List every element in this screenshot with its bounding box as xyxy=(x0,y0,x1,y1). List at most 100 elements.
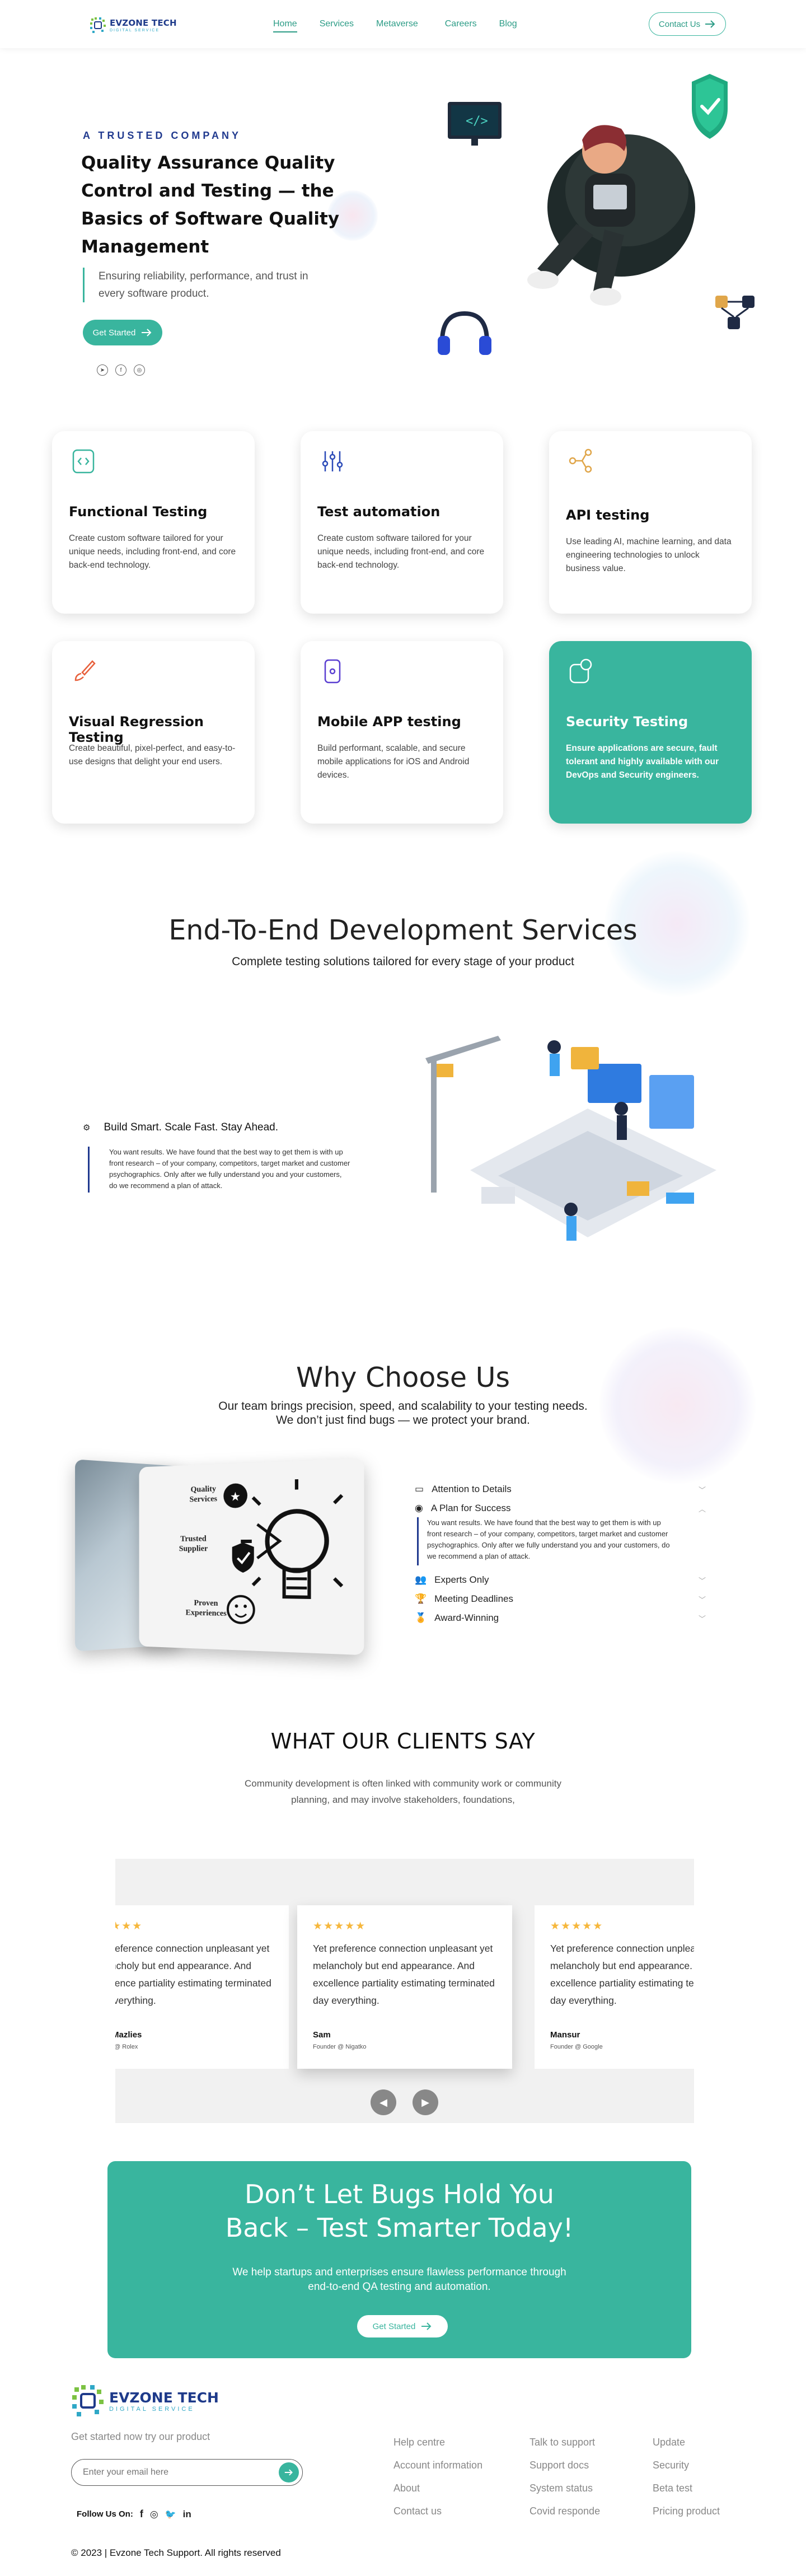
logo[interactable]: EVZONE TECH DIGITAL SERVICE xyxy=(90,17,177,34)
hero-illustration: </> xyxy=(438,74,755,355)
nav-careers[interactable]: Careers xyxy=(445,19,477,32)
footer-tagline: Get started now try our product xyxy=(71,2431,210,2442)
service-description: Ensure applications are secure, fault to… xyxy=(566,744,719,780)
footer-logo[interactable]: EVZONE TECH DIGITAL SERVICE xyxy=(71,2384,219,2418)
accordion-label: Award-Winning xyxy=(434,1612,499,1623)
footer-link[interactable]: Covid responde xyxy=(529,2505,600,2517)
footer-link[interactable]: Update xyxy=(653,2437,720,2448)
footer-link[interactable]: Beta test xyxy=(653,2483,720,2494)
email-input[interactable] xyxy=(83,2466,262,2479)
chevron-up-icon: ︿ xyxy=(698,1504,706,1513)
footer-link[interactable]: About xyxy=(393,2483,482,2494)
linkedin-icon[interactable]: in xyxy=(183,2509,191,2520)
why-graphic-card: Quality Services Trusted Supplier Proven… xyxy=(139,1458,364,1656)
service-card-mobile[interactable]: Mobile APP testing Build performant, sca… xyxy=(301,641,503,824)
accordion-open-body: You want results. We have found that the… xyxy=(417,1517,674,1565)
hero-subtitle: Ensuring reliability, performance, and t… xyxy=(83,268,318,302)
testimonials-title: WHAT OUR CLIENTS SAY xyxy=(270,1729,536,1754)
facebook-icon[interactable]: f xyxy=(115,364,126,376)
hero-social-links: ➤ f ◎ xyxy=(97,364,145,376)
chevron-down-icon: ﹀ xyxy=(698,1576,706,1585)
footer-column-2: Talk to support Support docs System stat… xyxy=(529,2437,600,2528)
accordion-item-deadlines[interactable]: 🏆 Meeting Deadlines ﹀ xyxy=(415,1593,706,1605)
nav-home[interactable]: Home xyxy=(273,19,297,32)
footer-link[interactable]: Contact us xyxy=(393,2505,482,2517)
footer-link[interactable]: Account information xyxy=(393,2460,482,2471)
facebook-icon[interactable]: f xyxy=(140,2508,143,2520)
testimonial-text: Yet preference connection unpleasant yet… xyxy=(313,1943,495,2006)
footer-link[interactable]: Support docs xyxy=(529,2460,600,2471)
footer-link[interactable]: Talk to support xyxy=(529,2437,600,2448)
service-description: Build performant, scalable, and secure m… xyxy=(317,744,470,780)
service-card-visual-regression[interactable]: Visual Regression Testing Create beautif… xyxy=(52,641,255,824)
copyright: © 2023 | Evzone Tech Support. All rights… xyxy=(71,2547,281,2558)
why-subtitle-1: Our team brings precision, speed, and sc… xyxy=(218,1400,588,1413)
cta-get-started-button[interactable]: Get Started xyxy=(357,2315,448,2337)
service-description: Use leading AI, machine learning, and da… xyxy=(566,537,732,573)
cta-body-1: We help startups and enterprises ensure … xyxy=(232,2266,566,2278)
subscribe-button[interactable] xyxy=(279,2462,299,2483)
service-card-functional[interactable]: Functional Testing Create custom softwar… xyxy=(52,431,255,614)
cta-button-label: Get Started xyxy=(372,2321,416,2331)
svg-text:★: ★ xyxy=(230,1490,241,1504)
nav-services[interactable]: Services xyxy=(320,19,354,32)
footer-column-1: Help centre Account information About Co… xyxy=(393,2437,482,2528)
service-card-automation[interactable]: Test automation Create custom software t… xyxy=(301,431,503,614)
chevron-down-icon: ﹀ xyxy=(698,1614,706,1623)
hero-get-started-button[interactable]: Get Started xyxy=(83,320,162,345)
svg-text:</>: </> xyxy=(466,114,488,128)
site-header: EVZONE TECH DIGITAL SERVICE Home Service… xyxy=(0,0,806,48)
contact-us-button[interactable]: Contact Us xyxy=(649,12,726,36)
accordion-item-experts[interactable]: 👥 Experts Only ﹀ xyxy=(415,1574,706,1586)
logo-title: EVZONE TECH xyxy=(110,18,177,28)
why-title: Why Choose Us xyxy=(296,1362,510,1394)
accordion-label: Meeting Deadlines xyxy=(434,1593,513,1604)
carousel-prev-button[interactable]: ◀ xyxy=(371,2089,396,2115)
footer-logo-title: EVZONE TECH xyxy=(109,2389,219,2406)
service-description: Create custom software tailored for your… xyxy=(69,534,236,570)
code-monitor-icon: </> xyxy=(448,102,502,146)
cta-banner: Don’t Let Bugs Hold You Back – Test Smar… xyxy=(107,2161,691,2358)
testimonial-role: Founder @ Rolex xyxy=(115,2044,138,2050)
accordion-item-award[interactable]: 🏅 Award-Winning ﹀ xyxy=(415,1612,706,1624)
testimonial-name: Saba Mazlies xyxy=(115,2030,142,2040)
footer-link[interactable]: Help centre xyxy=(393,2437,482,2448)
instagram-icon[interactable]: ◎ xyxy=(150,2509,158,2520)
service-title: Security Testing xyxy=(566,714,688,730)
footer-link[interactable]: System status xyxy=(529,2483,600,2494)
e2e-title: End-To-End Development Services xyxy=(168,914,638,946)
logo-subtitle: DIGITAL SERVICE xyxy=(110,29,160,32)
nav-blog[interactable]: Blog xyxy=(499,19,517,32)
nav-metaverse[interactable]: Metaverse xyxy=(376,19,418,32)
footer-column-3: Update Security Beta test Pricing produc… xyxy=(653,2437,720,2528)
twitter-icon[interactable]: 🐦 xyxy=(165,2509,176,2520)
instagram-icon[interactable]: ◎ xyxy=(134,364,145,376)
accordion-item-plan[interactable]: ◉ A Plan for Success ︿ xyxy=(415,1503,706,1514)
accordion-label: A Plan for Success xyxy=(430,1503,511,1513)
testimonials-subtitle-1: Community development is often linked wi… xyxy=(245,1778,561,1789)
trophy-icon: 🏆 xyxy=(415,1593,427,1604)
accordion-label: Experts Only xyxy=(434,1574,489,1585)
telegram-icon[interactable]: ➤ xyxy=(97,364,108,376)
flowchart-icon xyxy=(715,296,755,329)
brush-icon xyxy=(74,660,96,681)
main-nav: Home Services Metaverse Careers Blog xyxy=(273,19,540,32)
testimonials-carousel: ★★★★★ Yet preference connection unpleasa… xyxy=(115,1859,694,2123)
footer-link[interactable]: Pricing product xyxy=(653,2505,720,2517)
service-card-api[interactable]: API testing Use leading AI, machine lear… xyxy=(549,431,752,614)
service-description: Create custom software tailored for your… xyxy=(317,534,485,570)
hero-title: Quality Assurance Quality Control and Te… xyxy=(81,153,340,257)
why-subtitle-2: We don’t just find bugs — we protect you… xyxy=(276,1414,530,1427)
rating-stars: ★★★★★ xyxy=(115,1920,143,1932)
footer-link[interactable]: Security xyxy=(653,2460,720,2471)
testimonial-role: Founder @ Nigatko xyxy=(313,2044,367,2050)
e2e-body: You want results. We have found that the… xyxy=(88,1147,351,1193)
accordion-item-details[interactable]: ▭ Attention to Details ﹀ xyxy=(415,1484,706,1495)
chevron-down-icon: ﹀ xyxy=(698,1485,706,1494)
rocket-icon: ⚙ xyxy=(83,1123,91,1133)
carousel-next-button[interactable]: ▶ xyxy=(413,2089,438,2115)
development-illustration xyxy=(425,1036,716,1241)
cta-title-2: Back – Test Smarter Today! xyxy=(225,2213,574,2243)
rating-stars: ★★★★★ xyxy=(550,1920,604,1932)
service-card-security[interactable]: Security Testing Ensure applications are… xyxy=(549,641,752,824)
